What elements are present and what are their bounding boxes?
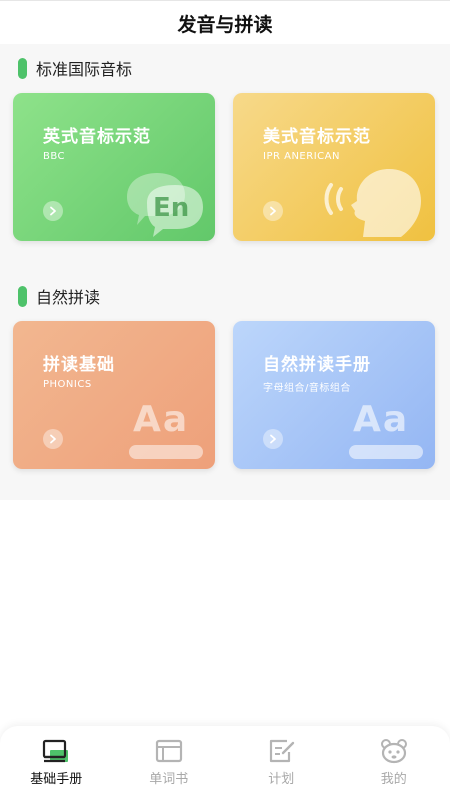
section-title-phonics: 自然拼读 — [18, 284, 100, 308]
art-aa-text: Aa — [353, 399, 410, 440]
speaking-head-icon — [313, 159, 423, 241]
art-en-text: En — [153, 193, 190, 223]
chevron-right-icon — [263, 429, 283, 449]
main-content: 标准国际音标 英式音标示范 BBC En 美式音标示范 IPR ANERICAN — [0, 44, 450, 500]
page-title: 发音与拼读 — [0, 0, 450, 45]
section-accent-bar — [18, 57, 27, 79]
section-title-ipa: 标准国际音标 — [18, 56, 132, 80]
tab-wordbook[interactable]: 单词书 — [113, 726, 226, 800]
tab-label: 计划 — [268, 772, 295, 787]
bottom-tab-bar: 基础手册 单词书 计划 我的 — [0, 726, 450, 800]
speech-bubble-en-icon: En — [123, 167, 205, 241]
section-title-label: 标准国际音标 — [36, 60, 133, 79]
letters-aa-icon: Aa — [129, 397, 205, 461]
edit-note-icon — [270, 739, 295, 763]
card-british-ipa[interactable]: 英式音标示范 BBC En — [13, 93, 215, 241]
card-title: 自然拼读手册 — [263, 355, 371, 375]
tab-plan[interactable]: 计划 — [225, 726, 338, 800]
section-title-label: 自然拼读 — [36, 288, 101, 307]
card-american-ipa[interactable]: 美式音标示范 IPR ANERICAN — [233, 93, 435, 241]
tab-mine[interactable]: 我的 — [338, 726, 450, 800]
tab-label: 基础手册 — [30, 772, 83, 787]
card-phonics-handbook[interactable]: 自然拼读手册 字母组合/音标组合 Aa — [233, 321, 435, 469]
tab-label: 我的 — [380, 772, 407, 787]
section-accent-bar — [18, 285, 27, 307]
card-title: 英式音标示范 — [43, 127, 151, 147]
card-subtitle: 字母组合/音标组合 — [263, 383, 351, 394]
letters-aa-icon: Aa — [349, 397, 425, 461]
book-stack-icon — [43, 739, 69, 763]
card-title: 拼读基础 — [43, 355, 115, 375]
notebook-icon — [155, 739, 182, 763]
card-title: 美式音标示范 — [263, 127, 371, 147]
chevron-right-icon — [263, 201, 283, 221]
chevron-right-icon — [43, 429, 63, 449]
tab-label: 单词书 — [149, 772, 189, 787]
art-aa-text: Aa — [133, 399, 190, 440]
card-subtitle: PHONICS — [43, 379, 92, 390]
tab-basic-handbook[interactable]: 基础手册 — [0, 726, 113, 800]
bear-face-icon — [380, 739, 407, 764]
card-subtitle: BBC — [43, 151, 66, 162]
chevron-right-icon — [43, 201, 63, 221]
card-phonics-basics[interactable]: 拼读基础 PHONICS Aa — [13, 321, 215, 469]
